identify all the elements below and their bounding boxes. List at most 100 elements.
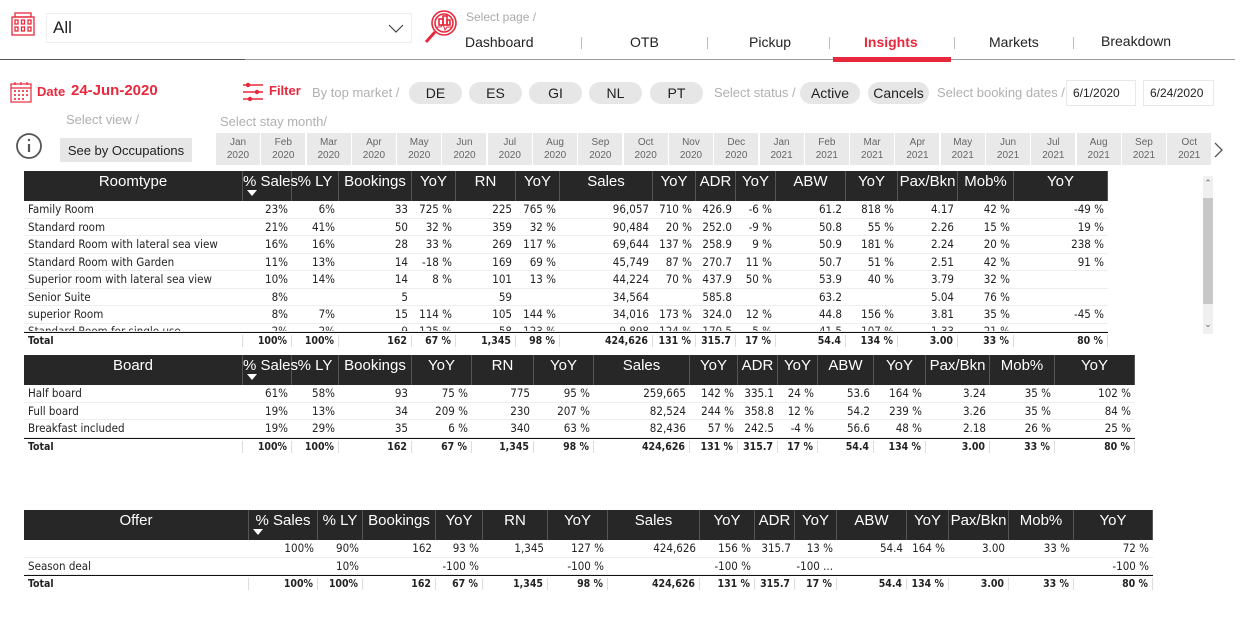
stay-month-button[interactable]: Jul 2020: [487, 133, 532, 165]
stay-month-button[interactable]: May 2021: [940, 133, 985, 165]
see-by-occupations-button[interactable]: See by Occupations: [60, 138, 192, 162]
stay-month-button[interactable]: Sep 2020: [578, 133, 623, 165]
row-label: Season deal: [28, 558, 91, 573]
column-header[interactable]: RN: [456, 171, 516, 201]
column-header[interactable]: Bookings: [339, 171, 412, 201]
stay-month-button[interactable]: Jul 2021: [1031, 133, 1076, 165]
tab-markets[interactable]: Markets: [989, 34, 1039, 50]
market-pill-pt[interactable]: PT: [650, 82, 703, 104]
stay-month-button[interactable]: Apr 2020: [351, 133, 396, 165]
column-header[interactable]: YoY: [778, 355, 818, 385]
stay-month-button[interactable]: Oct 2020: [623, 133, 668, 165]
stay-month-button[interactable]: Jun 2021: [986, 133, 1031, 165]
hotel-icon: [10, 11, 36, 37]
tab-breakdown[interactable]: Breakdown: [1101, 33, 1171, 49]
column-header[interactable]: ADR: [738, 355, 778, 385]
column-header[interactable]: Sales: [560, 171, 653, 201]
market-pill-de[interactable]: DE: [409, 82, 462, 104]
stay-month-button[interactable]: Feb 2020: [261, 133, 306, 165]
status-pill-active[interactable]: Active: [800, 82, 860, 104]
column-header[interactable]: ABW: [776, 171, 846, 201]
column-header[interactable]: ADR: [696, 171, 736, 201]
column-header[interactable]: Pax/Bkn: [949, 510, 1009, 540]
column-header[interactable]: YoY: [653, 171, 696, 201]
info-icon[interactable]: [15, 132, 43, 160]
market-pill-nl[interactable]: NL: [589, 82, 642, 104]
column-header[interactable]: YoY: [795, 510, 837, 540]
column-header[interactable]: YoY: [874, 355, 926, 385]
cell-value: 100%: [249, 578, 318, 591]
column-header[interactable]: ADR: [755, 510, 795, 540]
column-header[interactable]: Sales: [594, 355, 690, 385]
column-header[interactable]: Bookings: [339, 355, 412, 385]
column-header[interactable]: Pax/Bkn: [926, 355, 990, 385]
stay-month-button[interactable]: Nov 2020: [668, 133, 713, 165]
column-header[interactable]: Mob%: [1009, 510, 1074, 540]
cell-value: 8%: [271, 307, 288, 322]
column-header[interactable]: YoY: [1074, 510, 1153, 540]
column-header[interactable]: YoY: [516, 171, 560, 201]
column-header[interactable]: RN: [483, 510, 548, 540]
hotel-select[interactable]: All: [46, 13, 412, 43]
column-header[interactable]: Pax/Bkn: [898, 171, 958, 201]
column-header[interactable]: Board: [24, 355, 243, 385]
column-header[interactable]: % LY: [318, 510, 363, 540]
column-header[interactable]: YoY: [436, 510, 483, 540]
status-pill-cancels[interactable]: Cancels: [868, 82, 929, 104]
column-header[interactable]: % Sales: [243, 355, 298, 385]
column-header[interactable]: % LY: [292, 355, 339, 385]
chevron-right-icon[interactable]: [1212, 140, 1224, 160]
tab-insights[interactable]: Insights: [864, 34, 918, 50]
column-header[interactable]: YoY: [907, 510, 949, 540]
cell-value: 244 %: [701, 403, 734, 418]
column-header[interactable]: Bookings: [363, 510, 436, 540]
column-header[interactable]: RN: [472, 355, 534, 385]
stay-month-button[interactable]: May 2020: [397, 133, 442, 165]
scrollbar-thumb[interactable]: [1203, 198, 1213, 304]
column-header[interactable]: Mob%: [990, 355, 1055, 385]
column-header[interactable]: YoY: [534, 355, 594, 385]
column-header[interactable]: Offer: [24, 510, 249, 540]
booking-date-from[interactable]: 6/1/2020: [1066, 80, 1136, 106]
stay-month-button[interactable]: Feb 2021: [804, 133, 849, 165]
cell-value: 54.4: [818, 440, 874, 453]
booking-date-to[interactable]: 6/24/2020: [1143, 80, 1214, 106]
stay-month-button[interactable]: Apr 2021: [895, 133, 940, 165]
market-pill-es[interactable]: ES: [469, 82, 522, 104]
stay-month-button[interactable]: Aug 2020: [533, 133, 578, 165]
cell-value: 17 %: [795, 578, 837, 591]
tab-dashboard[interactable]: Dashboard: [465, 34, 534, 50]
column-header[interactable]: YoY: [1014, 171, 1108, 201]
column-header[interactable]: % Sales: [243, 171, 298, 201]
stay-month-button[interactable]: Jun 2020: [442, 133, 487, 165]
stay-month-button[interactable]: Mar 2020: [306, 133, 351, 165]
tab-pickup[interactable]: Pickup: [749, 34, 791, 50]
stay-month-button[interactable]: Aug 2021: [1076, 133, 1121, 165]
column-header[interactable]: % Sales: [249, 510, 318, 540]
column-header[interactable]: YoY: [700, 510, 755, 540]
column-header[interactable]: YoY: [412, 355, 472, 385]
column-header[interactable]: ABW: [818, 355, 874, 385]
column-header[interactable]: Sales: [608, 510, 700, 540]
cell-value: 1.33: [930, 323, 954, 332]
tab-otb[interactable]: OTB: [630, 34, 659, 50]
stay-month-button[interactable]: Mar 2021: [850, 133, 895, 165]
stay-month-button[interactable]: Jan 2021: [759, 133, 804, 165]
column-header[interactable]: ABW: [837, 510, 907, 540]
column-header[interactable]: YoY: [690, 355, 738, 385]
column-header[interactable]: YoY: [846, 171, 898, 201]
stay-month-button[interactable]: Jan 2020: [216, 133, 260, 165]
column-header[interactable]: YoY: [548, 510, 608, 540]
stay-month-button[interactable]: Sep 2021: [1121, 133, 1166, 165]
scroll-down-icon[interactable]: ⌄: [1203, 319, 1213, 330]
column-header[interactable]: % LY: [292, 171, 339, 201]
stay-month-button[interactable]: Oct 2021: [1167, 133, 1212, 165]
column-header[interactable]: Mob%: [958, 171, 1014, 201]
scroll-up-icon[interactable]: ⌃: [1203, 178, 1213, 189]
market-pill-gi[interactable]: GI: [529, 82, 582, 104]
column-header[interactable]: YoY: [412, 171, 456, 201]
column-header[interactable]: Roomtype: [24, 171, 243, 201]
column-header[interactable]: YoY: [736, 171, 776, 201]
stay-month-button[interactable]: Dec 2020: [714, 133, 759, 165]
column-header[interactable]: YoY: [1055, 355, 1135, 385]
